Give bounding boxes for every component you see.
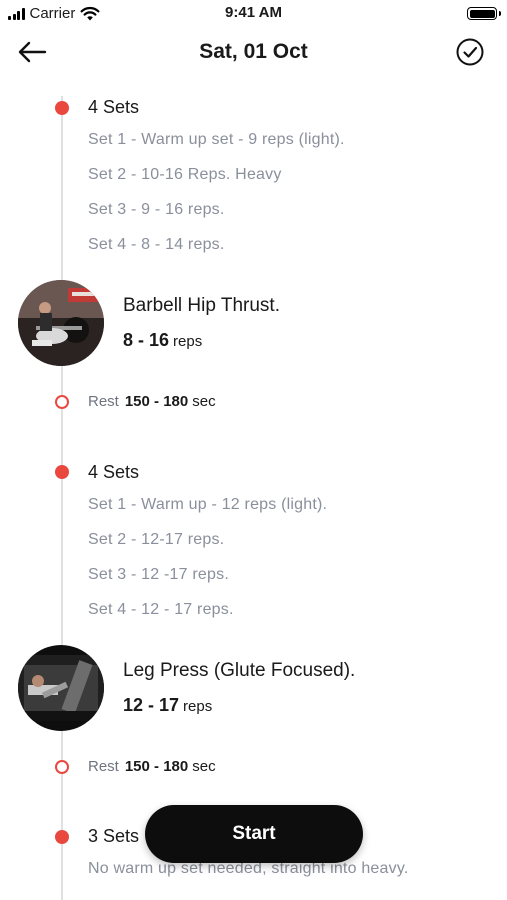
rest-unit: sec — [192, 393, 216, 410]
reps-unit: reps — [183, 698, 213, 715]
sets-title: 4 Sets — [88, 97, 140, 117]
exercise-reps: 12 - 17 reps — [123, 695, 212, 716]
timeline-dot — [55, 465, 69, 479]
timeline-dot — [55, 830, 69, 844]
exercise-photo-hip-thrust — [18, 280, 104, 366]
set-line: Set 1 - Warm up set - 9 reps (light). — [88, 131, 345, 148]
exercise-photo-leg-press — [18, 645, 104, 731]
exercise-thumbnail[interactable] — [18, 645, 104, 731]
page-title: Sat, 01 Oct — [199, 40, 308, 63]
rest-label: Rest — [88, 393, 119, 410]
check-circle-icon[interactable] — [455, 37, 485, 67]
set-line: Set 3 - 12 -17 reps. — [88, 566, 229, 583]
set-line: Set 2 - 10-16 Reps. Heavy — [88, 166, 282, 183]
rest-dot — [55, 760, 69, 774]
timeline-dot — [55, 101, 69, 115]
battery-icon — [467, 7, 501, 20]
sets-title: 4 Sets — [88, 462, 140, 482]
sets-title: 3 Sets — [88, 826, 140, 846]
rest-value: 150 - 180 — [124, 393, 189, 410]
rest-unit: sec — [192, 758, 216, 775]
set-line: Set 2 - 12-17 reps. — [88, 531, 225, 548]
rest-value: 150 - 180 — [124, 758, 189, 775]
exercise-name[interactable]: Barbell Hip Thrust. — [123, 295, 280, 317]
set-line: Set 4 - 8 - 14 reps. — [88, 236, 225, 253]
status-bar: Carrier 9:41 AM — [0, 0, 507, 28]
reps-unit: reps — [173, 333, 203, 350]
rest-dot — [55, 395, 69, 409]
battery-fill — [469, 9, 495, 18]
set-line: Set 4 - 12 - 17 reps. — [88, 601, 234, 618]
exercise-name[interactable]: Leg Press (Glute Focused). — [123, 660, 355, 682]
rest-info: Rest 150 - 180 sec — [88, 393, 216, 410]
rest-label: Rest — [88, 758, 119, 775]
status-time: 9:41 AM — [225, 4, 282, 21]
set-line: Set 3 - 9 - 16 reps. — [88, 201, 225, 218]
start-button[interactable]: Start — [145, 805, 363, 863]
set-line: Set 1 - Warm up - 12 reps (light). — [88, 496, 328, 513]
exercise-thumbnail[interactable] — [18, 280, 104, 366]
exercise-reps: 8 - 16 reps — [123, 330, 202, 351]
reps-value: 8 - 16 — [123, 330, 170, 350]
timeline-line — [61, 96, 63, 900]
nav-bar: Sat, 01 Oct — [0, 30, 507, 74]
rest-info: Rest 150 - 180 sec — [88, 758, 216, 775]
reps-value: 12 - 17 — [123, 695, 180, 715]
